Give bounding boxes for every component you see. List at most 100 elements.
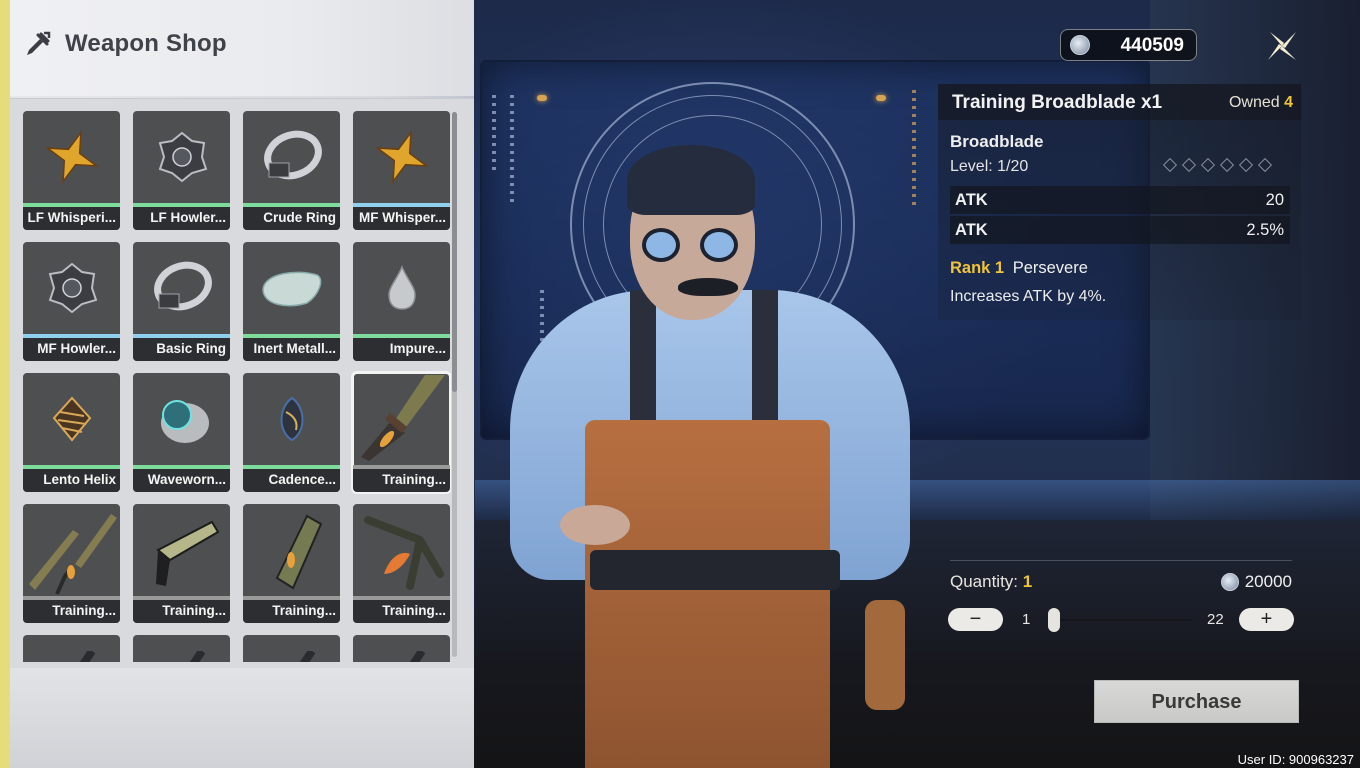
quantity-slider-track[interactable] bbox=[1054, 619, 1192, 621]
weapon-type: Broadblade bbox=[950, 132, 1044, 151]
stat-row: ATK 20 bbox=[950, 186, 1290, 214]
shop-item[interactable]: Cadence... bbox=[243, 373, 340, 492]
quantity-label: Quantity: 1 bbox=[950, 572, 1032, 592]
shop-item[interactable]: Waveworn... bbox=[133, 373, 230, 492]
broadblade-icon bbox=[353, 373, 450, 465]
quantity-text: Quantity: bbox=[950, 572, 1019, 591]
owned-label: Owned bbox=[1228, 94, 1280, 111]
weapon-icon bbox=[133, 635, 230, 662]
owned-number: 4 bbox=[1284, 94, 1293, 111]
shop-item[interactable]: Training... bbox=[353, 504, 450, 623]
howler-core-icon bbox=[23, 242, 120, 334]
howler-core-icon bbox=[133, 111, 230, 203]
pistol-icon bbox=[133, 504, 230, 596]
npc-hair bbox=[627, 145, 755, 215]
shop-item[interactable] bbox=[243, 635, 340, 662]
weapon-icon bbox=[243, 635, 340, 662]
item-name: Training... bbox=[133, 600, 230, 623]
stat-row: ATK 2.5% bbox=[950, 216, 1290, 244]
shop-item[interactable] bbox=[23, 635, 120, 662]
npc-strap bbox=[752, 290, 778, 440]
increase-quantity-button[interactable]: + bbox=[1239, 608, 1294, 631]
weapon-icon bbox=[23, 635, 120, 662]
shop-item[interactable]: Crude Ring bbox=[243, 111, 340, 230]
decrease-quantity-button[interactable]: − bbox=[948, 608, 1003, 631]
quantity-value: 1 bbox=[1022, 572, 1033, 591]
accent-bar bbox=[0, 0, 10, 768]
rank-diamond-icon bbox=[1238, 157, 1254, 173]
rank-diamond-icon bbox=[1257, 157, 1273, 173]
npc-hand bbox=[560, 505, 630, 545]
quantity-slider-thumb[interactable] bbox=[1048, 608, 1060, 632]
shop-item[interactable]: Lento Helix bbox=[23, 373, 120, 492]
rank-diamond-icon bbox=[1162, 157, 1178, 173]
item-grid: LF Whisperi... LF Howler... Crude Ring MF W… bbox=[23, 111, 451, 662]
user-id: User ID: 900963237 bbox=[1237, 752, 1354, 767]
holo-light bbox=[876, 95, 886, 101]
shop-item[interactable]: Basic Ring bbox=[133, 242, 230, 361]
shop-item[interactable] bbox=[353, 635, 450, 662]
item-name: LF Whisperi... bbox=[23, 207, 120, 230]
weapon-icon bbox=[353, 635, 450, 662]
shop-item[interactable]: Training... bbox=[23, 504, 120, 623]
passive-rank: Rank 1 bbox=[950, 259, 1005, 277]
shop-item[interactable] bbox=[133, 635, 230, 662]
shop-item[interactable]: Training... bbox=[243, 504, 340, 623]
passive-name: Persevere bbox=[1012, 259, 1088, 277]
item-name: Training... bbox=[23, 600, 120, 623]
item-name: LF Howler... bbox=[133, 207, 230, 230]
total-price: 20000 bbox=[1220, 572, 1292, 592]
close-button[interactable] bbox=[1262, 26, 1302, 66]
shop-item[interactable]: MF Whisper... bbox=[353, 111, 450, 230]
item-name: MF Whisper... bbox=[353, 207, 450, 230]
stat-name: ATK bbox=[955, 191, 988, 209]
item-name: Inert Metall... bbox=[243, 338, 340, 361]
item-name: Cadence... bbox=[243, 469, 340, 492]
scrollbar-thumb[interactable] bbox=[452, 112, 457, 392]
rank-diamond-icon bbox=[1219, 157, 1235, 173]
sword-icon bbox=[23, 504, 120, 596]
shell-credit-icon bbox=[1070, 35, 1090, 55]
price-amount: 20000 bbox=[1244, 572, 1292, 591]
shop-item[interactable]: Training... bbox=[133, 504, 230, 623]
phlogiston-drop-icon bbox=[353, 242, 450, 334]
cadence-seed-icon bbox=[243, 373, 340, 465]
sword-icon bbox=[24, 30, 52, 58]
purchase-button[interactable]: Purchase bbox=[1094, 680, 1299, 723]
waveworn-residue-icon bbox=[133, 373, 230, 465]
npc-strap bbox=[630, 290, 656, 440]
slider-max-label: 22 bbox=[1207, 611, 1224, 628]
shell-credit-icon bbox=[1220, 573, 1239, 591]
whisperin-core-icon bbox=[23, 111, 120, 203]
npc-mustache bbox=[678, 278, 738, 296]
owned-count: Owned 4 bbox=[1229, 94, 1293, 112]
item-name: MF Howler... bbox=[23, 338, 120, 361]
rectifier-icon bbox=[353, 504, 450, 596]
currency-amount: 440509 bbox=[1120, 35, 1184, 56]
npc-glove bbox=[865, 600, 905, 710]
item-list-scrollbar[interactable] bbox=[452, 112, 457, 657]
ring-icon bbox=[133, 242, 230, 334]
shop-item[interactable]: LF Howler... bbox=[133, 111, 230, 230]
shop-item[interactable]: Training... bbox=[351, 371, 451, 494]
gauntlet-icon bbox=[243, 504, 340, 596]
shop-item[interactable]: Impure... bbox=[353, 242, 450, 361]
passive-description: Increases ATK by 4%. bbox=[950, 288, 1107, 305]
shop-item[interactable]: Inert Metall... bbox=[243, 242, 340, 361]
item-name: Waveworn... bbox=[133, 469, 230, 492]
item-name: Training... bbox=[243, 600, 340, 623]
shop-item[interactable]: MF Howler... bbox=[23, 242, 120, 361]
stat-value: 2.5% bbox=[1246, 221, 1284, 239]
item-name: Training... bbox=[353, 469, 450, 492]
metallic-drip-icon bbox=[243, 242, 340, 334]
npc-belt bbox=[590, 550, 840, 590]
item-name: Basic Ring bbox=[133, 338, 230, 361]
holo-light bbox=[537, 95, 547, 101]
stat-name: ATK bbox=[955, 221, 988, 239]
npc-character bbox=[490, 140, 930, 768]
weapon-level: Level: 1/20 bbox=[950, 158, 1029, 175]
item-title: Training Broadblade x1 bbox=[952, 92, 1163, 113]
item-name: Lento Helix bbox=[23, 469, 120, 492]
shop-item[interactable]: LF Whisperi... bbox=[23, 111, 120, 230]
npc-glasses bbox=[700, 228, 738, 262]
